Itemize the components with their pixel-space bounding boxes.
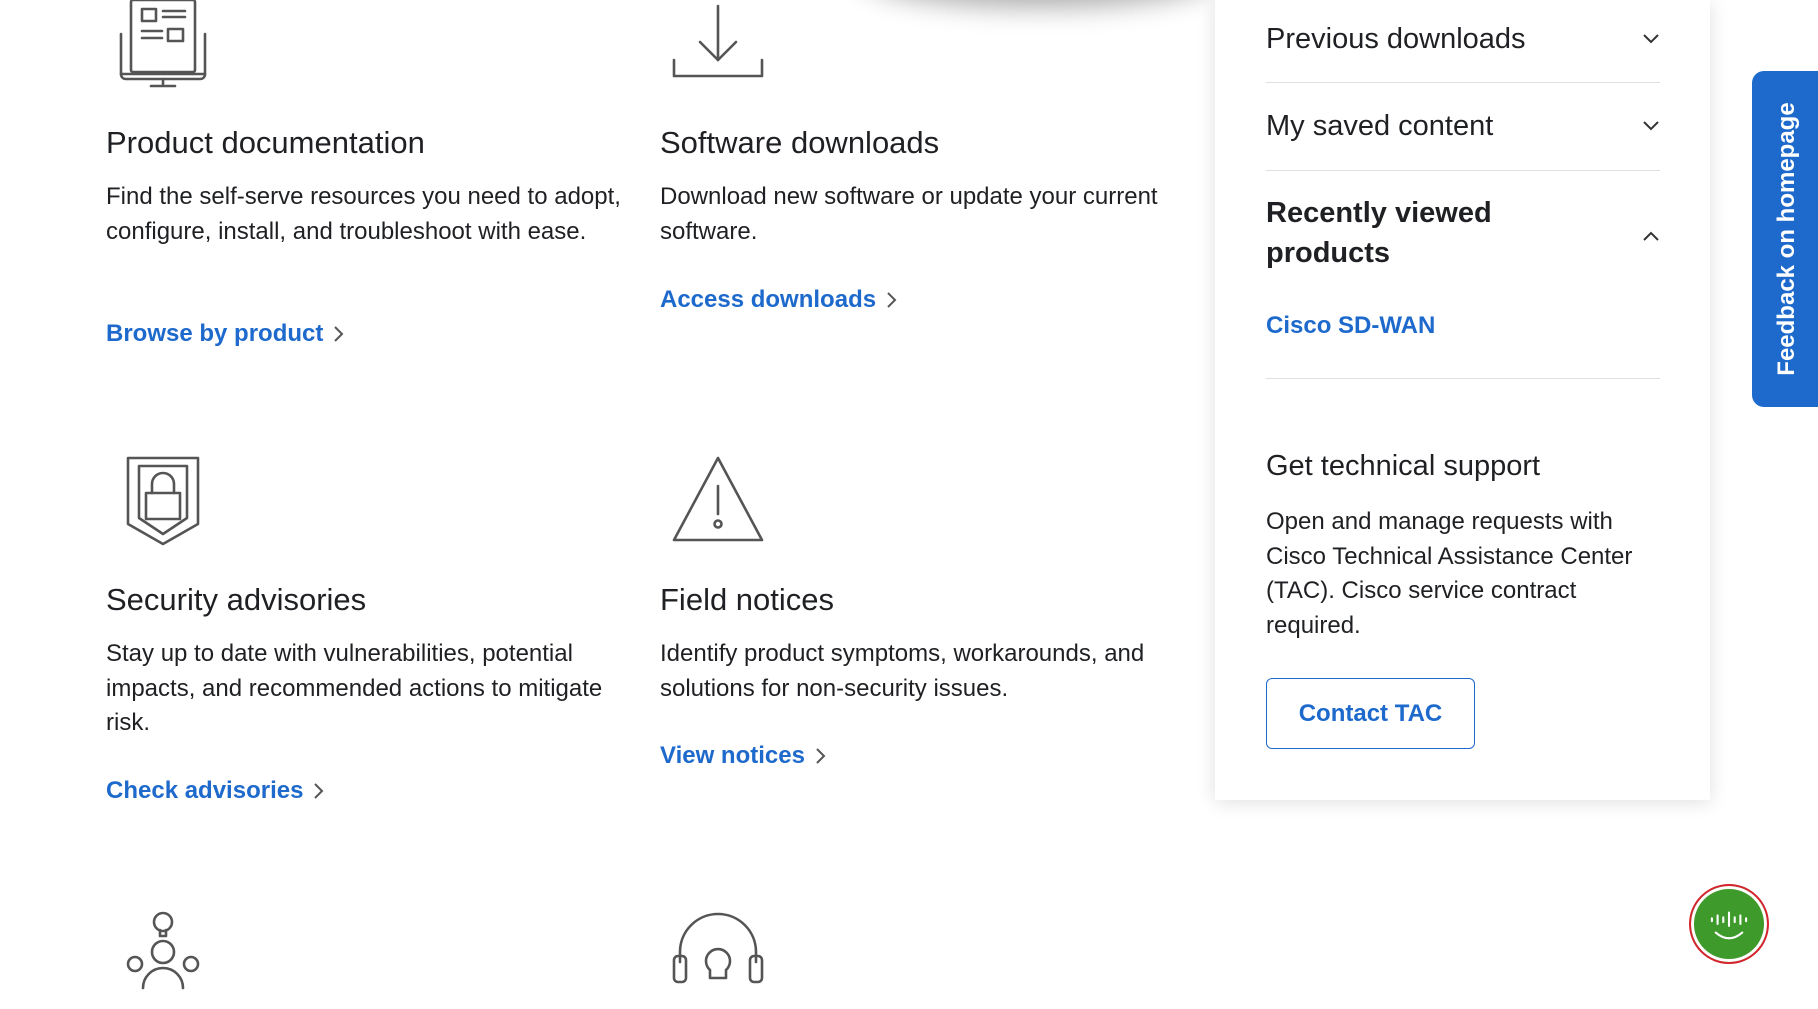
documentation-icon	[115, 0, 211, 92]
access-downloads-link[interactable]: Access downloads	[660, 286, 898, 314]
card-title: Software downloads	[660, 125, 940, 160]
browse-by-product-link[interactable]: Browse by product	[106, 320, 345, 348]
card-description: Download new software or update your cur…	[660, 183, 1158, 245]
chevron-right-icon	[887, 292, 897, 308]
chevron-up-icon[interactable]	[1642, 230, 1660, 242]
card-title: Product documentation	[106, 125, 425, 160]
chevron-right-icon	[334, 326, 344, 342]
card-description: Find the self-serve resources you need t…	[106, 183, 621, 245]
feedback-label: Feedback on homepage	[1773, 102, 1800, 376]
chevron-down-icon[interactable]	[1642, 120, 1660, 132]
support-description: Open and manage requests with Cisco Tech…	[1266, 508, 1633, 639]
accordion-my-saved-content[interactable]: My saved content	[1266, 84, 1660, 171]
download-icon	[670, 0, 766, 92]
headset-icon	[670, 908, 766, 1004]
card-description: Identify product symptoms, workarounds, …	[660, 640, 1145, 702]
card-title: Security advisories	[106, 582, 367, 617]
warning-icon	[670, 452, 766, 548]
community-icon	[115, 908, 211, 1004]
link-label: Browse by product	[106, 320, 324, 347]
link-label: Check advisories	[106, 777, 304, 804]
chevron-down-icon[interactable]	[1642, 33, 1660, 45]
link-label: View notices	[660, 742, 805, 769]
sidebar-panel: Previous downloads My saved content Rece…	[1215, 0, 1710, 800]
accordion-title: Previous downloads	[1266, 23, 1526, 55]
card-title: Field notices	[660, 582, 835, 617]
accordion-previous-downloads[interactable]: Previous downloads	[1266, 0, 1660, 83]
view-notices-link[interactable]: View notices	[660, 742, 827, 770]
feedback-tab[interactable]: Feedback on homepage	[1752, 71, 1818, 407]
accordion-title: My saved content	[1266, 110, 1494, 142]
card-description: Stay up to date with vulnerabilities, po…	[106, 640, 603, 736]
contact-tac-button[interactable]: Contact TAC	[1266, 678, 1475, 749]
support-title: Get technical support	[1266, 450, 1541, 482]
accordion-title: Recently viewed products	[1266, 197, 1492, 269]
chevron-right-icon	[314, 783, 324, 799]
shield-lock-icon	[115, 452, 211, 548]
overlay-shadow	[860, 0, 1220, 6]
link-label: Access downloads	[660, 286, 877, 313]
chevron-right-icon	[816, 748, 826, 764]
check-advisories-link[interactable]: Check advisories	[106, 777, 325, 805]
chatbot-button[interactable]	[1689, 884, 1769, 964]
accordion-recently-viewed-products[interactable]: Recently viewed products Cisco SD-WAN	[1266, 172, 1660, 379]
recent-product-link[interactable]: Cisco SD-WAN	[1266, 312, 1435, 340]
cisco-bot-icon	[1710, 911, 1748, 940]
